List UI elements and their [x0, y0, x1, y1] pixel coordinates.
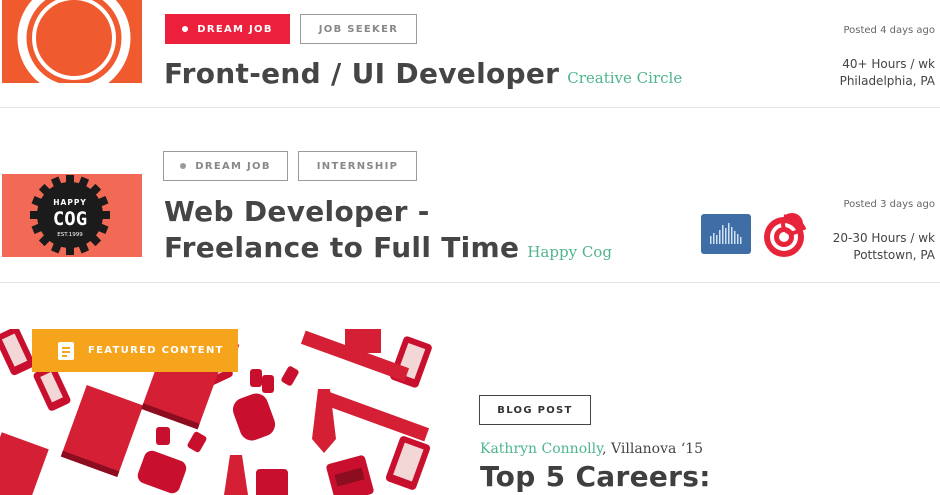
tag-internship[interactable]: INTERNSHIP — [298, 151, 417, 181]
job-listing[interactable]: HAPPY COG EST.1999 DREAM JOB INTERNSHIP … — [0, 108, 940, 283]
job-meta: 40+ Hours / wk Philadelphia, PA — [840, 56, 935, 90]
featured-content-badge[interactable]: FEATURED CONTENT — [32, 329, 238, 372]
company-logo[interactable]: HAPPY COG EST.1999 — [2, 174, 142, 257]
job-title[interactable]: Web Developer - Freelance to Full Time Ha… — [164, 194, 612, 270]
logo-text-main: COG — [53, 208, 87, 230]
job-title-line[interactable]: Freelance to Full Time — [164, 231, 519, 264]
job-location: Philadelphia, PA — [839, 74, 935, 88]
dot-icon — [182, 26, 189, 32]
tag-label: JOB SEEKER — [318, 23, 399, 35]
target-icon[interactable] — [762, 210, 808, 262]
job-listing[interactable]: DREAM JOB JOB SEEKER Front-end / UI Deve… — [0, 0, 940, 108]
document-icon — [58, 341, 74, 360]
tag-label: BLOG POST — [497, 404, 573, 416]
job-hours: 20-30 Hours / wk — [832, 231, 935, 245]
logo-text-top: HAPPY — [53, 198, 87, 207]
circle-logo-icon — [17, 0, 131, 83]
gear-logo-icon: HAPPY COG EST.1999 — [30, 175, 110, 255]
post-byline: Kathryn Connolly, Villanova ‘15 — [480, 441, 703, 457]
company-name[interactable]: Creative Circle — [567, 69, 682, 87]
tag-label: DREAM JOB — [197, 23, 273, 35]
author-link[interactable]: Kathryn Connolly — [480, 441, 602, 457]
posted-date: Posted 3 days ago — [843, 199, 935, 210]
tag-label: DREAM JOB — [195, 160, 271, 172]
job-hours: 40+ Hours / wk — [842, 57, 935, 71]
tag-dream-job[interactable]: DREAM JOB — [165, 14, 290, 44]
job-title-text[interactable]: Front-end / UI Developer — [164, 57, 559, 90]
tag-dream-job[interactable]: DREAM JOB — [163, 151, 288, 181]
tag-job-seeker[interactable]: JOB SEEKER — [300, 14, 417, 44]
company-logo[interactable] — [2, 0, 142, 83]
posted-date: Posted 4 days ago — [843, 25, 935, 36]
company-name[interactable]: Happy Cog — [527, 243, 612, 261]
bar-chart-icon[interactable] — [701, 214, 751, 258]
dot-icon — [180, 163, 187, 169]
job-meta: 20-30 Hours / wk Pottstown, PA — [833, 230, 935, 264]
featured-badge-label: FEATURED CONTENT — [88, 345, 224, 356]
logo-text-sub: EST.1999 — [57, 232, 83, 238]
tag-blog-post[interactable]: BLOG POST — [479, 395, 591, 425]
author-affiliation: , Villanova ‘15 — [602, 441, 704, 457]
job-title[interactable]: Front-end / UI Developer Creative Circle — [164, 56, 682, 96]
job-title-line[interactable]: Web Developer - — [164, 194, 612, 230]
tag-label: INTERNSHIP — [316, 160, 399, 172]
job-location: Pottstown, PA — [853, 248, 935, 262]
post-title[interactable]: Top 5 Careers: — [480, 460, 711, 493]
